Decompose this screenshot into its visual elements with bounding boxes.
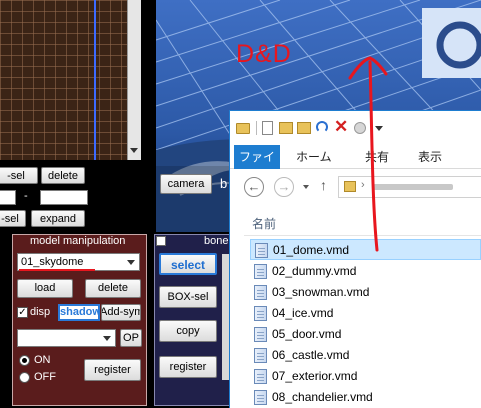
- file-name: 02_dummy.vmd: [272, 264, 357, 278]
- vmd-file-icon: [255, 243, 268, 258]
- on-radio[interactable]: [19, 355, 30, 366]
- bone-panel-marker-icon: [156, 236, 166, 246]
- vmd-file-icon: [254, 285, 267, 300]
- up-arrow-icon[interactable]: ↑: [320, 177, 327, 193]
- bone-panel-title: bone: [204, 235, 229, 247]
- timeline-grid[interactable]: [0, 0, 127, 160]
- camera-button[interactable]: camera: [160, 174, 212, 194]
- list-item[interactable]: 08_chandelier.vmd: [250, 387, 481, 408]
- timeline-cursor: [94, 0, 96, 160]
- annotation-underline: [19, 269, 95, 271]
- op-select[interactable]: [17, 329, 116, 347]
- tab-file[interactable]: ファイル: [234, 145, 280, 188]
- back-button-icon[interactable]: ←: [244, 177, 264, 197]
- explorer-titlebar[interactable]: ✕: [230, 111, 481, 145]
- new-folder-icon[interactable]: [279, 122, 293, 134]
- expand-button[interactable]: expand: [31, 210, 85, 227]
- scroll-down-arrow-icon[interactable]: [130, 148, 138, 153]
- file-name: 08_chandelier.vmd: [272, 390, 373, 404]
- file-name: 01_dome.vmd: [273, 243, 350, 257]
- separator: [256, 121, 257, 135]
- list-item[interactable]: 01_dome.vmd: [250, 239, 481, 260]
- forward-button-icon[interactable]: →: [274, 177, 294, 197]
- undo-icon[interactable]: [316, 121, 328, 133]
- timeline-panel: -sel delete - -sel expand: [0, 0, 150, 232]
- off-radio[interactable]: [19, 372, 30, 383]
- bone-select-button[interactable]: select: [159, 253, 217, 275]
- model-select-value: 01_skydome: [21, 256, 84, 268]
- frame-end-field[interactable]: [40, 190, 88, 205]
- file-name: 07_exterior.vmd: [272, 369, 358, 383]
- chevron-down-icon: [127, 260, 135, 265]
- model-register-button[interactable]: register: [84, 359, 141, 381]
- frame-start-field[interactable]: [0, 190, 16, 205]
- tab-view[interactable]: 表示: [418, 145, 442, 169]
- range-dash: -: [24, 190, 28, 202]
- file-name: 06_castle.vmd: [272, 348, 350, 362]
- vmd-file-icon: [254, 369, 267, 384]
- model-delete-button[interactable]: delete: [85, 279, 141, 298]
- vmd-file-icon: [254, 306, 267, 321]
- list-item[interactable]: 05_door.vmd: [250, 324, 481, 345]
- model-panel-title: model manipulation: [30, 235, 126, 247]
- recent-chevron-icon[interactable]: [303, 185, 309, 189]
- off-label: OFF: [34, 371, 56, 383]
- properties-icon[interactable]: [262, 121, 273, 135]
- add-sym-button[interactable]: Add-sym: [101, 304, 141, 321]
- rename-icon[interactable]: [354, 122, 366, 134]
- bone-register-button[interactable]: register: [159, 356, 217, 378]
- frame-delete-button[interactable]: delete: [41, 167, 85, 184]
- tab-home[interactable]: ホーム: [296, 145, 332, 169]
- header-divider: [244, 235, 481, 236]
- model-manipulation-panel: model manipulation 01_skydome load delet…: [0, 232, 150, 408]
- navigation-bar: ← → ↑ ›: [230, 169, 481, 209]
- column-header-name[interactable]: 名前: [252, 215, 276, 232]
- bone-copy-button[interactable]: copy: [159, 320, 217, 342]
- folder-open-icon[interactable]: [297, 122, 311, 134]
- address-folder-icon: [344, 181, 356, 192]
- ribbon-tab-bar: ファイル ホーム 共有 表示: [230, 145, 481, 188]
- load-button[interactable]: load: [17, 279, 73, 298]
- folder-icon: [236, 123, 250, 134]
- frame-sel-button[interactable]: -sel: [0, 167, 38, 184]
- disp-label: disp: [30, 306, 51, 318]
- tab-share[interactable]: 共有: [365, 145, 389, 169]
- list-item[interactable]: 07_exterior.vmd: [250, 366, 481, 387]
- vmd-file-icon: [254, 327, 267, 342]
- vmd-file-icon: [254, 348, 267, 363]
- vmd-file-icon: [254, 264, 267, 279]
- op-button[interactable]: OP: [120, 329, 142, 347]
- vmd-file-icon: [254, 390, 267, 405]
- address-path-blurred: [373, 184, 453, 190]
- viewport-trailing-text: b: [220, 176, 228, 191]
- shadow-button[interactable]: shadow: [58, 304, 100, 321]
- disp-checkbox[interactable]: ✓: [17, 307, 28, 318]
- box-sel-button[interactable]: BOX-sel: [159, 286, 217, 308]
- address-chevron-icon: ›: [361, 179, 365, 191]
- chevron-down-icon: [103, 336, 111, 341]
- list-item[interactable]: 06_castle.vmd: [250, 345, 481, 366]
- file-name: 03_snowman.vmd: [272, 285, 370, 299]
- list-item[interactable]: 04_ice.vmd: [250, 303, 481, 324]
- viewport-border: [150, 0, 156, 232]
- dd-annotation-text: D&D: [236, 40, 292, 68]
- customize-chevron-icon[interactable]: [375, 126, 383, 131]
- file-name: 04_ice.vmd: [272, 306, 334, 320]
- radio-dot-icon: [22, 358, 27, 363]
- delete-x-icon[interactable]: ✕: [334, 117, 348, 137]
- timeline-scrollbar[interactable]: [127, 0, 141, 160]
- list-item[interactable]: 02_dummy.vmd: [250, 261, 481, 282]
- address-bar[interactable]: ›: [338, 176, 481, 198]
- range-sel-button[interactable]: -sel: [0, 210, 26, 227]
- on-label: ON: [34, 354, 51, 366]
- file-name: 05_door.vmd: [272, 327, 342, 341]
- list-item[interactable]: 03_snowman.vmd: [250, 282, 481, 303]
